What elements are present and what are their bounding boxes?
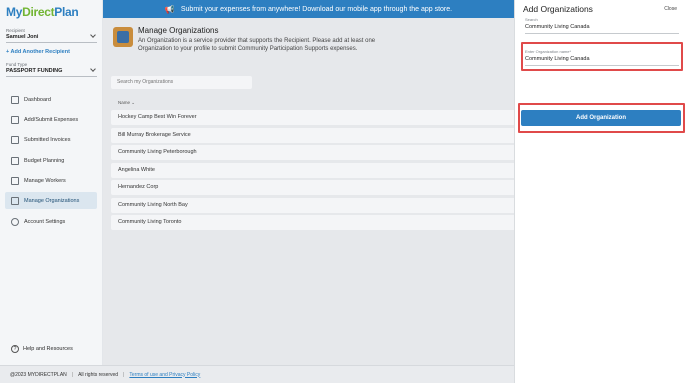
panel-search-value: Community Living Canada — [525, 24, 590, 30]
add-organizations-panel: Add Organizations Close Search Community… — [514, 0, 687, 383]
fund-type-value: PASSPORT FUNDING — [6, 68, 63, 74]
table-row[interactable]: Hernandez Corp — [111, 180, 514, 195]
table-row[interactable]: Community Living Toronto — [111, 215, 514, 230]
page-description: An Organization is a service provider th… — [138, 38, 376, 52]
banner-text: Submit your expenses from anywhere! Down… — [180, 5, 453, 13]
table-row[interactable]: Community Living North Bay — [111, 198, 514, 213]
panel-title: Add Organizations — [523, 4, 593, 14]
invoice-icon — [11, 135, 19, 144]
terms-link[interactable]: Terms of use and Privacy Policy — [129, 372, 200, 378]
organization-name-value: Community Living Canada — [525, 56, 590, 62]
panel-search-field[interactable]: Search Community Living Canada — [525, 17, 679, 34]
table-row[interactable]: Angelina White — [111, 163, 514, 178]
organization-name-label: Enter Organization name* — [525, 49, 572, 54]
sidebar: MyDirectPlan Recipient Samuel Joni + Add… — [0, 0, 103, 383]
sidebar-item-submitted-invoices[interactable]: Submitted Invoices — [5, 131, 97, 148]
copyright-text: @2023 MYDIRECTPLAN — [10, 371, 67, 378]
megaphone-icon: 📢 — [164, 4, 175, 14]
main-content: Manage Organizations An Organization is … — [103, 18, 514, 365]
table-row[interactable]: Community Living Peterborough — [111, 145, 514, 160]
recipient-select[interactable]: Recipient Samuel Joni — [6, 28, 97, 43]
sidebar-item-dashboard[interactable]: Dashboard — [5, 91, 97, 108]
dashboard-icon — [11, 95, 19, 104]
table-icon — [11, 156, 19, 165]
add-recipient-link[interactable]: + Add Another Recipient — [6, 49, 70, 55]
organizations-icon — [113, 27, 133, 47]
sidebar-item-account-settings[interactable]: Account Settings — [5, 213, 97, 230]
organization-name-field[interactable]: Enter Organization name* Community Livin… — [525, 49, 679, 66]
table-row[interactable]: Bill Murray Brokerage Service — [111, 128, 514, 143]
recipient-label: Recipient — [6, 28, 25, 33]
name-column-header[interactable]: Name ⌄ — [118, 100, 135, 106]
page-title: Manage Organizations — [138, 26, 219, 35]
building-icon — [11, 196, 19, 205]
footer: @2023 MYDIRECTPLAN | All rights reserved… — [0, 365, 514, 383]
fund-type-label: Fund Type — [6, 62, 28, 67]
mydirectplan-logo[interactable]: MyDirectPlan — [6, 5, 79, 19]
sidebar-item-add-submit-expenses[interactable]: Add/Submit Expenses — [5, 111, 97, 128]
sort-chevron-icon: ⌄ — [131, 100, 136, 105]
fund-type-select[interactable]: Fund Type PASSPORT FUNDING — [6, 62, 97, 77]
rights-text: All rights reserved — [78, 371, 119, 378]
table-row[interactable]: Hockey Camp Best Win Forever — [111, 110, 514, 125]
question-icon: ? — [11, 345, 19, 353]
search-organizations-input[interactable] — [111, 76, 252, 89]
add-organization-button[interactable]: Add Organization — [521, 110, 681, 126]
panel-search-label: Search — [525, 17, 538, 22]
sidebar-item-budget-planning[interactable]: Budget Planning — [5, 152, 97, 169]
receipt-icon — [11, 115, 19, 124]
help-and-resources-link[interactable]: ? Help and Resources — [11, 345, 73, 353]
recipient-value: Samuel Joni — [6, 34, 39, 40]
workers-icon — [11, 176, 19, 185]
promo-banner[interactable]: 📢 Submit your expenses from anywhere! Do… — [103, 0, 514, 18]
person-icon — [11, 217, 19, 226]
sidebar-item-manage-workers[interactable]: Manage Workers — [5, 172, 97, 189]
sidebar-item-manage-organizations[interactable]: Manage Organizations — [5, 192, 97, 209]
close-button[interactable]: Close — [664, 6, 677, 12]
